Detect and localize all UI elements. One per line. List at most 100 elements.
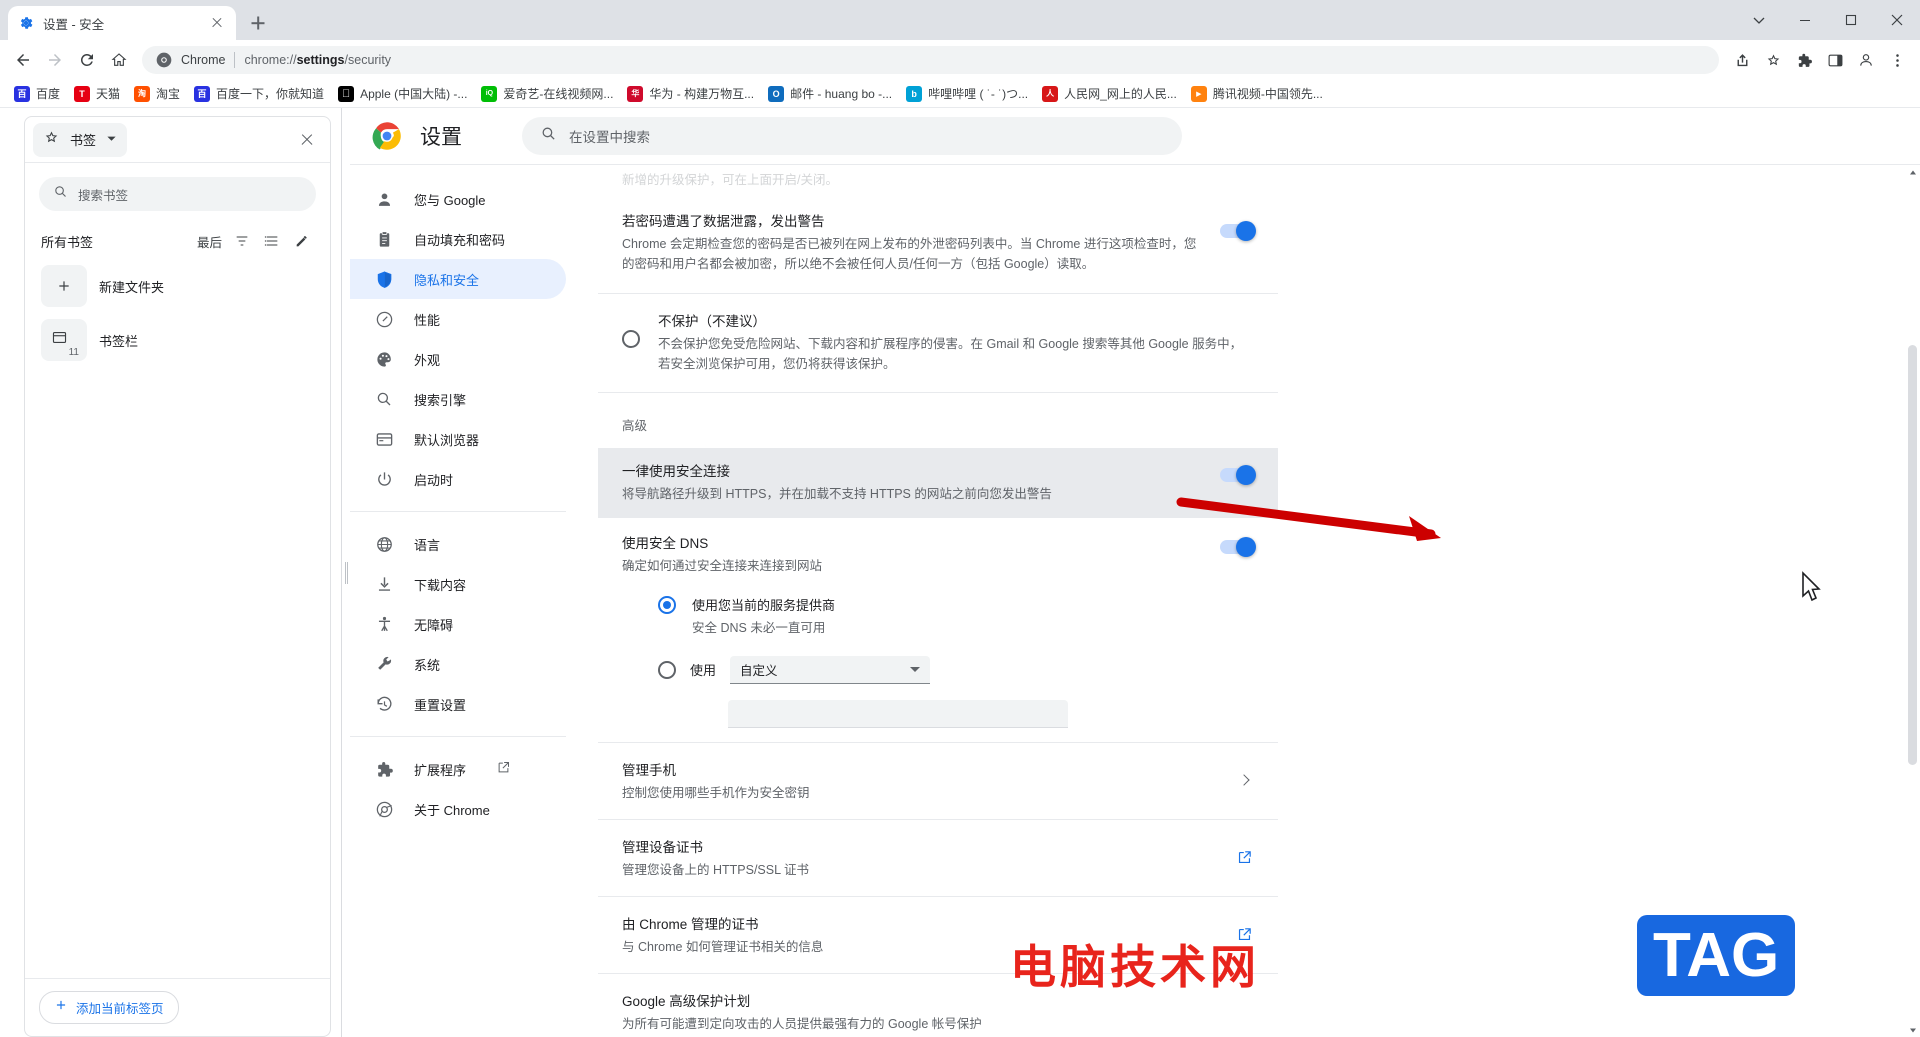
bookmark-item[interactable]: 百百度一下，你就知道 [188, 82, 330, 105]
new-tab-button[interactable] [244, 9, 272, 37]
sidebar-item-performance[interactable]: 性能 [350, 299, 566, 339]
tab-close-icon[interactable] [208, 14, 226, 32]
bookmark-item[interactable]: 人人民网_网上的人民... [1036, 82, 1183, 105]
no-protection-row[interactable]: 不保护（不建议） 不会保护您免受危险网站、下载内容和扩展程序的侵害。在 Gmai… [598, 294, 1278, 393]
bookmark-item[interactable]: 淘淘宝 [128, 82, 186, 105]
manage-phones-row[interactable]: 管理手机 控制您使用哪些手机作为安全密钥 [598, 741, 1278, 819]
reload-icon[interactable] [72, 45, 102, 75]
option-desc: 安全 DNS 未必一直可用 [692, 620, 826, 635]
restore-icon [374, 694, 394, 714]
sidebar-label: 隐私和安全 [414, 272, 480, 288]
sidebar-item-privacy-security[interactable]: 隐私和安全 [350, 259, 566, 299]
row-description: 将导航路径升级到 HTTPS，并在加载不支持 HTTPS 的网站之前向您发出警告 [622, 487, 1052, 501]
three-dot-menu-icon[interactable] [1882, 45, 1912, 75]
sidebar-item-reset-settings[interactable]: 重置设置 [350, 684, 566, 724]
sidebar-item-appearance[interactable]: 外观 [350, 339, 566, 379]
close-icon[interactable] [1874, 0, 1920, 40]
settings-header: 设置 在设置中搜索 [350, 108, 1920, 164]
sidebar-item-search-engine[interactable]: 搜索引擎 [350, 379, 566, 419]
dns-custom-url-input[interactable] [728, 699, 1068, 728]
side-panel-icon[interactable] [1820, 45, 1850, 75]
sidebar-item-languages[interactable]: 语言 [350, 524, 566, 564]
bookmark-item[interactable]: b 哔哩哔哩 ( ˙- ˙)つ... [900, 82, 1034, 105]
bookmark-item[interactable]: iQ 爱奇艺-在线视频网... [475, 82, 619, 105]
sidebar-item-you-and-google[interactable]: 您与 Google [350, 179, 566, 219]
plus-icon [41, 265, 87, 307]
puzzle-icon[interactable] [1789, 45, 1819, 75]
settings-scrollbar[interactable] [1905, 165, 1920, 1037]
settings-search-input[interactable]: 在设置中搜索 [522, 117, 1182, 155]
panel-resize-handle[interactable] [342, 108, 350, 1037]
sidebar-label: 默认浏览器 [414, 432, 480, 448]
bookmark-item[interactable]: ▶ 腾讯视频-中国领先... [1185, 82, 1329, 105]
password-leak-toggle[interactable] [1220, 221, 1256, 241]
always-secure-connections-toggle[interactable] [1220, 465, 1256, 485]
bookmark-item[interactable]: 百百度 [8, 82, 66, 105]
dns-current-provider-option[interactable]: 使用您当前的服务提供商 安全 DNS 未必一直可用 [598, 581, 1278, 642]
bookmark-label: 淘宝 [156, 87, 181, 101]
bookmark-item[interactable]: 华华为 - 构建万物互... [621, 82, 760, 105]
sidebar-label: 关于 Chrome [414, 802, 490, 818]
bookmark-label: 腾讯视频-中国领先... [1212, 87, 1323, 101]
back-arrow-icon[interactable] [8, 45, 38, 75]
browser-tab[interactable]: 设置 - 安全 [8, 6, 236, 40]
bookmarks-bar: 百百度 T天猫 淘淘宝 百百度一下，你就知道 Apple (中国大陆) -..… [0, 80, 1920, 108]
side-panel-close-icon[interactable] [294, 127, 320, 153]
sidebar-item-accessibility[interactable]: 无障碍 [350, 604, 566, 644]
dns-provider-select[interactable]: 自定义 [730, 655, 931, 684]
folder-icon: 11 [41, 319, 87, 361]
sidebar-item-default-browser[interactable]: 默认浏览器 [350, 419, 566, 459]
address-bar[interactable]: Chrome chrome://settings/security [142, 46, 1719, 74]
dns-custom-option[interactable]: 使用 自定义 [598, 642, 1278, 692]
no-protection-radio[interactable] [622, 329, 640, 348]
forward-arrow-icon[interactable] [40, 45, 70, 75]
bookmark-label: 天猫 [96, 87, 121, 101]
bookmark-item[interactable]:  Apple (中国大陆) -... [332, 82, 473, 105]
sidebar-label: 搜索引擎 [414, 392, 467, 408]
bookmarks-search-input[interactable]: 搜索书签 [39, 177, 316, 211]
bookmark-item[interactable]: T 天猫 [68, 82, 126, 105]
tencent-video-icon: ▶ [1190, 85, 1207, 102]
minimize-icon[interactable] [1782, 0, 1828, 40]
dns-custom-radio[interactable] [658, 660, 676, 679]
sidebar-label: 外观 [414, 352, 441, 368]
sidebar-item-downloads[interactable]: 下载内容 [350, 564, 566, 604]
dns-current-provider-radio[interactable] [658, 595, 676, 614]
sidebar-item-about-chrome[interactable]: 关于 Chrome [350, 789, 566, 829]
secure-dns-toggle[interactable] [1220, 537, 1256, 558]
scrollbar-thumb[interactable] [1908, 345, 1917, 765]
bookmarks-bar-folder-item[interactable]: 11 书签栏 [25, 313, 330, 367]
omnibox-url: chrome://settings/security [244, 53, 391, 67]
new-folder-item[interactable]: 新建文件夹 [25, 259, 330, 313]
share-icon[interactable] [1727, 45, 1757, 75]
list-view-icon[interactable] [260, 229, 284, 253]
maximize-icon[interactable] [1828, 0, 1874, 40]
sidebar-item-system[interactable]: 系统 [350, 644, 566, 684]
sidebar-label: 性能 [414, 312, 441, 328]
iqiyi-icon: iQ [481, 85, 498, 102]
row-description: 与 Chrome 如何管理证书相关的信息 [622, 940, 824, 954]
advanced-protection-program-row[interactable]: Google 高级保护计划 为所有可能遭到定向攻击的人员提供最强有力的 Goog… [598, 973, 1278, 1037]
pencil-edit-icon[interactable] [290, 229, 314, 253]
chrome-logo-icon [372, 121, 402, 151]
sidebar-item-on-startup[interactable]: 启动时 [350, 459, 566, 499]
sort-label[interactable]: 最后 [197, 232, 222, 251]
bookmark-label: 百度 [36, 87, 61, 101]
profile-avatar-icon[interactable] [1851, 45, 1881, 75]
url-bold: settings [296, 53, 345, 67]
manage-device-certificates-row[interactable]: 管理设备证书 管理您设备上的 HTTPS/SSL 证书 [598, 818, 1278, 896]
bookmark-item[interactable]: O 邮件 - huang bo -... [762, 82, 898, 105]
side-panel-footer: 添加当前标签页 [25, 978, 330, 1036]
sidebar-item-extensions[interactable]: 扩展程序 [350, 749, 566, 789]
chrome-managed-certificates-row[interactable]: 由 Chrome 管理的证书 与 Chrome 如何管理证书相关的信息 [598, 896, 1278, 973]
tab-search-chevron-down-icon[interactable] [1736, 0, 1782, 40]
add-current-tab-button[interactable]: 添加当前标签页 [39, 991, 179, 1024]
sidebar-item-autofill[interactable]: 自动填充和密码 [350, 219, 566, 259]
download-icon [374, 574, 394, 594]
star-icon[interactable] [1758, 45, 1788, 75]
scroll-down-arrow-icon[interactable] [1905, 1022, 1920, 1037]
scroll-up-arrow-icon[interactable] [1905, 165, 1920, 180]
home-icon[interactable] [104, 45, 134, 75]
sort-filter-icon[interactable] [230, 229, 254, 253]
side-panel-selector[interactable]: 书签 [33, 122, 128, 157]
